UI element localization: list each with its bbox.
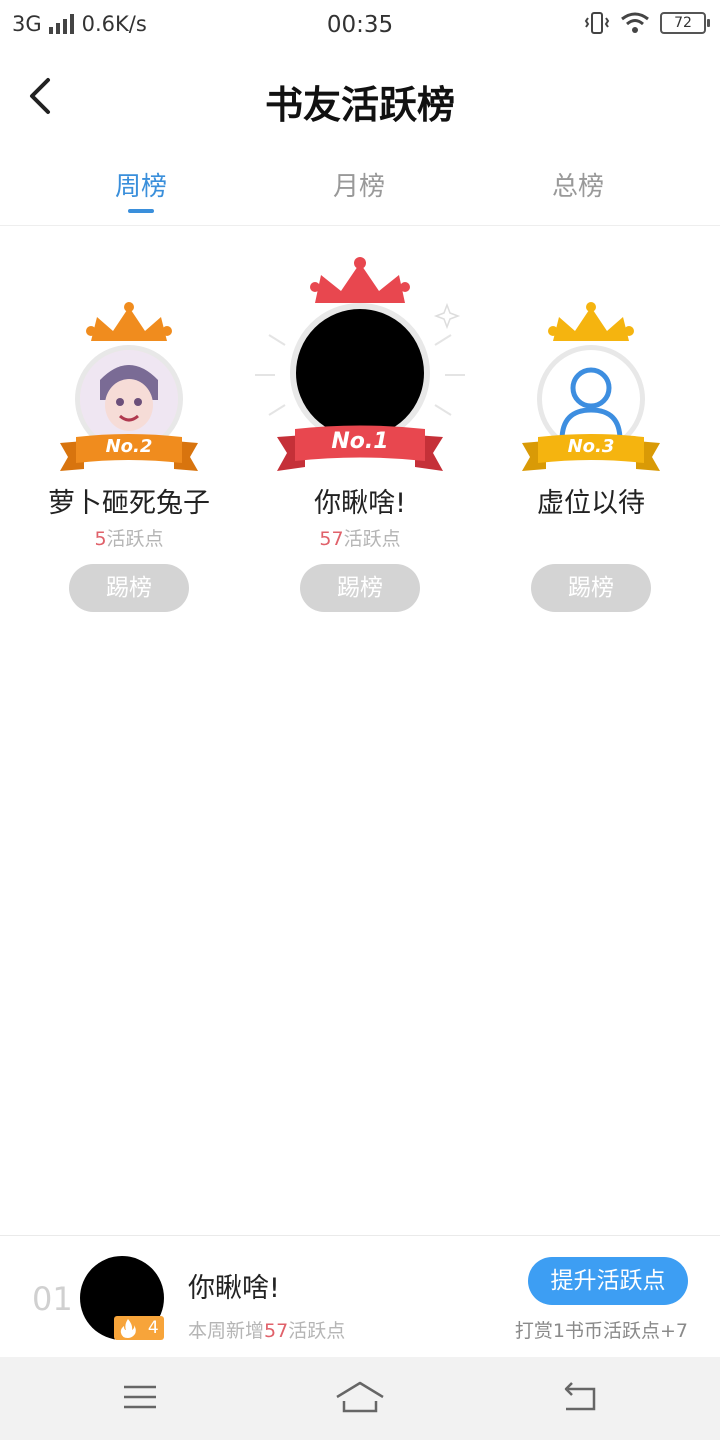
active-tab-indicator (128, 209, 154, 213)
tab-weekly[interactable]: 周榜 (81, 166, 201, 203)
user-points: 57活跃点 (319, 528, 401, 550)
avatar[interactable] (290, 303, 430, 443)
boost-activity-button[interactable]: 提升活跃点 (528, 1257, 688, 1305)
fire-icon (121, 1319, 137, 1338)
user-name: 萝卜砸死兔子 (48, 488, 210, 519)
rank-label: No.1 (331, 429, 389, 454)
system-nav-bar (0, 1357, 720, 1440)
activity-badge: 4 (114, 1316, 164, 1340)
back-icon (564, 1382, 596, 1411)
tab-monthly[interactable]: 月榜 (299, 166, 419, 203)
podium-third: No.3 虚位以待 踢榜 (496, 295, 686, 615)
podium-first: No.1 你瞅啥! 57活跃点 踢榜 (255, 255, 465, 615)
crown-icon (548, 302, 634, 341)
user-name: 你瞅啥! (314, 488, 406, 519)
my-rank-bar: 01 4 你瞅啥! 本周新增57活跃点 提升活跃点 打赏1书币活跃点+7 (0, 1235, 720, 1357)
kick-button[interactable]: 踢榜 (531, 564, 651, 612)
page-title: 书友活跃榜 (264, 82, 455, 127)
my-week-points: 本周新增57活跃点 (188, 1320, 346, 1342)
nav-home-button[interactable] (334, 1377, 386, 1417)
vibrate-icon (584, 12, 610, 34)
status-right: 72 (584, 10, 710, 36)
home-icon (336, 1381, 384, 1413)
kick-button[interactable]: 踢榜 (69, 564, 189, 612)
my-rank-number: 01 (32, 1280, 73, 1318)
ranking-tabs: 周榜 月榜 总榜 (0, 146, 720, 226)
podium-second: No.2 萝卜砸死兔子 5活跃点 踢榜 (34, 295, 224, 615)
rank-label: No.3 (567, 436, 615, 457)
wifi-icon (621, 12, 649, 33)
status-bar: 3G 0.6K/s 00:35 72 (0, 0, 720, 50)
crown-icon (86, 302, 172, 341)
header: 书友活跃榜 (0, 50, 720, 146)
rank-label: No.2 (105, 436, 153, 457)
nav-back-button[interactable] (556, 1377, 600, 1417)
user-points: 5活跃点 (94, 528, 164, 550)
nav-menu-button[interactable] (118, 1377, 162, 1417)
reward-hint: 打赏1书币活跃点+7 (514, 1320, 688, 1342)
tab-total[interactable]: 总榜 (518, 166, 638, 203)
badge-count: 4 (147, 1318, 159, 1338)
my-name: 你瞅啥! (188, 1273, 280, 1304)
menu-icon (124, 1385, 156, 1409)
user-name: 虚位以待 (537, 488, 645, 519)
kick-button[interactable]: 踢榜 (300, 564, 420, 612)
battery-indicator: 72 (660, 12, 710, 34)
